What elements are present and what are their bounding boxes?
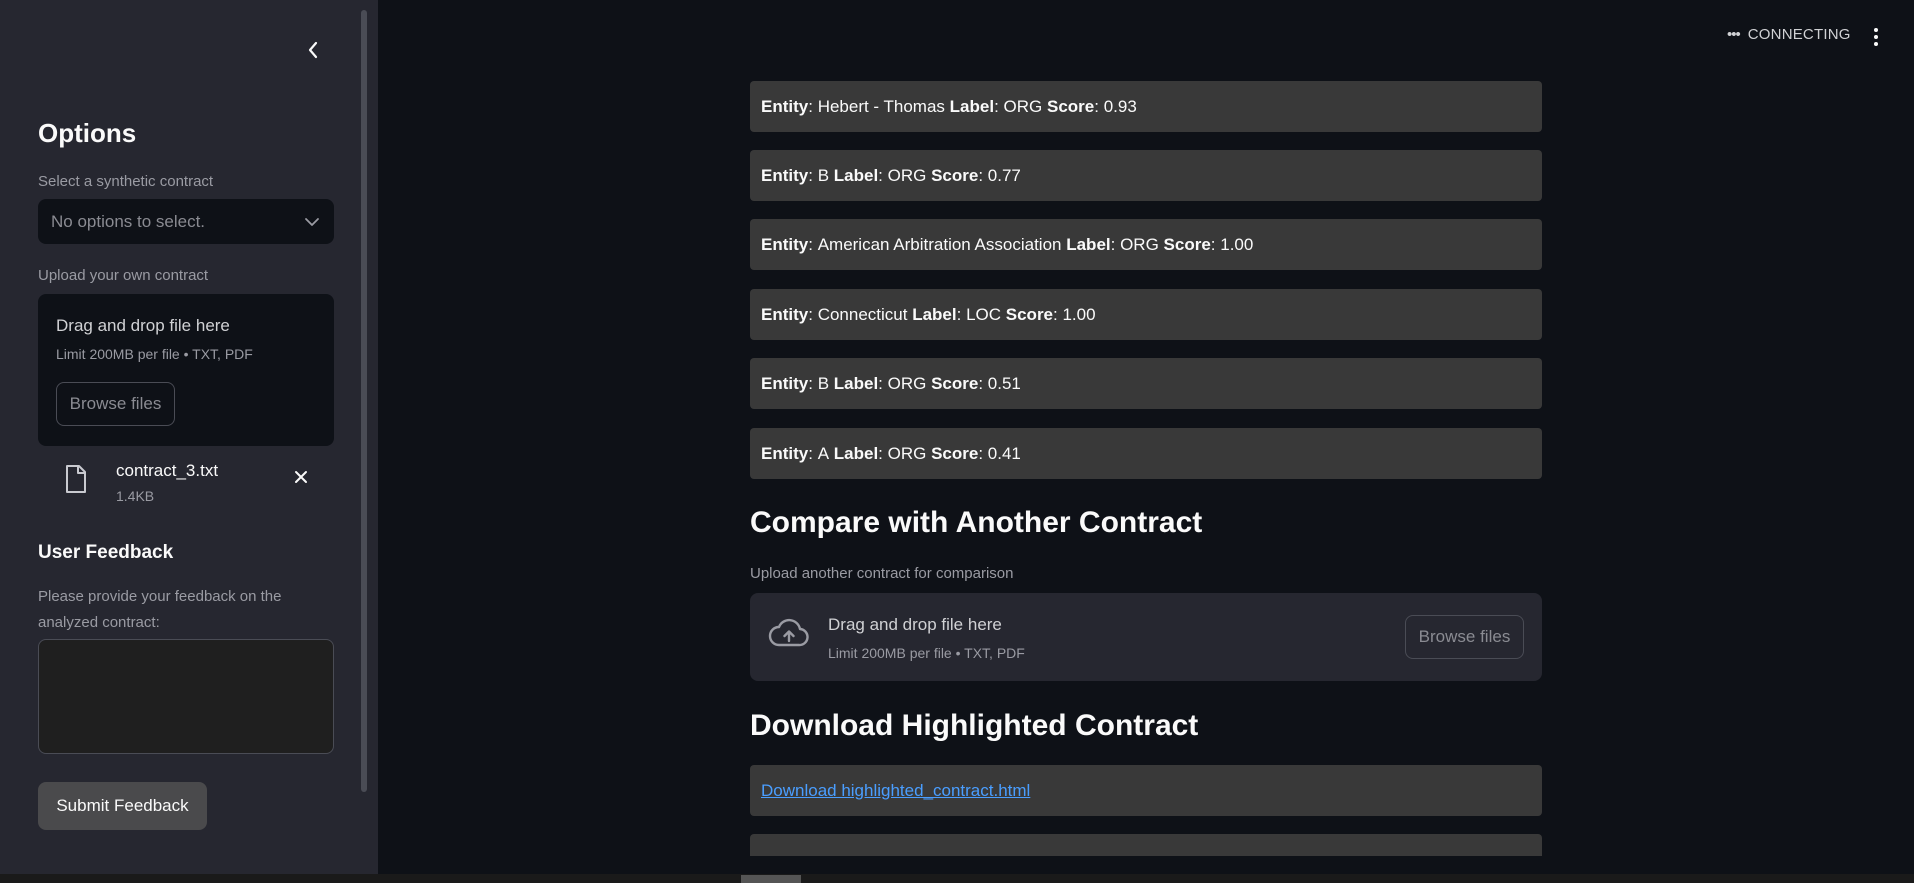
label-key: Label bbox=[833, 373, 879, 393]
file-dropzone[interactable]: Drag and drop file here Limit 200MB per … bbox=[38, 294, 334, 446]
compare-browse-files-button[interactable]: Browse files bbox=[1405, 615, 1524, 659]
label-key: Label bbox=[912, 304, 957, 324]
submit-feedback-button[interactable]: Submit Feedback bbox=[38, 782, 207, 830]
sidebar-title: Options bbox=[38, 118, 137, 148]
feedback-label: Please provide your feedback on the anal… bbox=[38, 588, 282, 631]
compare-upload-label: Upload another contract for comparison bbox=[750, 565, 1014, 582]
entity-row: Entity: B Label: ORG Score: 0.77 bbox=[750, 150, 1542, 201]
entity-value: Hebert - Thomas bbox=[817, 96, 945, 116]
compare-heading: Compare with Another Contract bbox=[750, 506, 1203, 539]
entity-value: B bbox=[817, 165, 830, 185]
label-key: Label bbox=[833, 443, 879, 463]
collapse-sidebar-button[interactable] bbox=[302, 36, 324, 64]
label-key: Label bbox=[833, 165, 879, 185]
partial-content-box bbox=[750, 834, 1542, 856]
menu-dot bbox=[1874, 28, 1878, 32]
score-value: 0.51 bbox=[987, 373, 1021, 393]
entity-value: Connecticut bbox=[817, 304, 908, 324]
score-value: 1.00 bbox=[1220, 234, 1254, 254]
download-heading: Download Highlighted Contract bbox=[750, 709, 1199, 742]
entity-key: Entity bbox=[761, 373, 809, 393]
dropzone-title: Drag and drop file here bbox=[56, 316, 230, 335]
entity-row: Entity: Connecticut Label: LOC Score: 1.… bbox=[750, 289, 1542, 340]
entity-key: Entity bbox=[761, 96, 809, 116]
uploaded-file: contract_3.txt 1.4KB bbox=[38, 456, 334, 510]
score-key: Score bbox=[931, 165, 979, 185]
label-value: ORG bbox=[887, 165, 927, 185]
score-key: Score bbox=[1163, 234, 1211, 254]
entity-value: A bbox=[817, 443, 830, 463]
menu-dot bbox=[1874, 35, 1878, 39]
score-value: 0.77 bbox=[987, 165, 1021, 185]
cloud-upload-icon bbox=[768, 618, 809, 647]
entity-key: Entity bbox=[761, 165, 809, 185]
file-size: 1.4KB bbox=[116, 488, 155, 504]
entity-key: Entity bbox=[761, 443, 809, 463]
download-link[interactable]: Download highlighted_contract.html bbox=[761, 781, 1030, 801]
entity-value: B bbox=[817, 373, 830, 393]
score-value: 0.93 bbox=[1103, 96, 1137, 116]
file-icon bbox=[66, 465, 86, 493]
entity-key: Entity bbox=[761, 234, 809, 254]
score-value: 1.00 bbox=[1062, 304, 1096, 324]
label-value: ORG bbox=[1120, 234, 1159, 254]
entity-key: Entity bbox=[761, 304, 809, 324]
upload-label: Upload your own contract bbox=[38, 267, 209, 284]
score-key: Score bbox=[931, 443, 979, 463]
menu-dot bbox=[1874, 42, 1878, 46]
remove-file-icon[interactable] bbox=[294, 470, 308, 484]
status-text: CONNECTING bbox=[1747, 26, 1851, 43]
connection-status: ••• CONNECTING bbox=[1727, 26, 1851, 43]
label-value: ORG bbox=[887, 443, 927, 463]
score-key: Score bbox=[1046, 96, 1095, 116]
feedback-textarea[interactable] bbox=[38, 639, 334, 754]
download-container: Download highlighted_contract.html bbox=[750, 765, 1542, 816]
file-name: contract_3.txt bbox=[116, 461, 219, 480]
contract-select[interactable]: No options to select. bbox=[38, 199, 334, 244]
score-key: Score bbox=[1005, 304, 1054, 324]
score-value: 0.41 bbox=[987, 443, 1021, 463]
sidebar: Options Select a synthetic contract No o… bbox=[0, 0, 378, 883]
sidebar-scrollbar[interactable] bbox=[361, 10, 367, 792]
entity-row: Entity: American Arbitration Association… bbox=[750, 219, 1542, 270]
ellipsis-icon: ••• bbox=[1727, 26, 1741, 43]
entity-row: Entity: B Label: ORG Score: 0.51 bbox=[750, 358, 1542, 409]
horizontal-scrollbar[interactable] bbox=[0, 874, 1914, 883]
label-key: Label bbox=[1066, 234, 1111, 254]
chevron-left-icon bbox=[308, 41, 318, 59]
browse-files-button[interactable]: Browse files bbox=[56, 382, 175, 426]
label-value: ORG bbox=[887, 373, 927, 393]
entity-row: Entity: A Label: ORG Score: 0.41 bbox=[750, 428, 1542, 479]
label-key: Label bbox=[949, 96, 995, 116]
compare-dropzone-title: Drag and drop file here bbox=[828, 615, 1002, 634]
score-key: Score bbox=[931, 373, 979, 393]
chevron-down-icon bbox=[305, 217, 319, 226]
compare-dropzone[interactable]: Drag and drop file here Limit 200MB per … bbox=[750, 593, 1542, 681]
entity-value: American Arbitration Association bbox=[817, 234, 1062, 254]
feedback-heading: User Feedback bbox=[38, 542, 174, 563]
select-contract-label: Select a synthetic contract bbox=[38, 173, 214, 190]
label-value: LOC bbox=[966, 304, 1002, 324]
label-value: ORG bbox=[1003, 96, 1043, 116]
entity-row: Entity: Hebert - Thomas Label: ORG Score… bbox=[750, 81, 1542, 132]
scrollbar-thumb[interactable] bbox=[741, 875, 801, 883]
select-placeholder: No options to select. bbox=[51, 211, 206, 231]
compare-dropzone-limit: Limit 200MB per file • TXT, PDF bbox=[828, 645, 1025, 661]
dropzone-limit: Limit 200MB per file • TXT, PDF bbox=[56, 346, 253, 362]
main-menu-button[interactable] bbox=[1868, 26, 1884, 48]
